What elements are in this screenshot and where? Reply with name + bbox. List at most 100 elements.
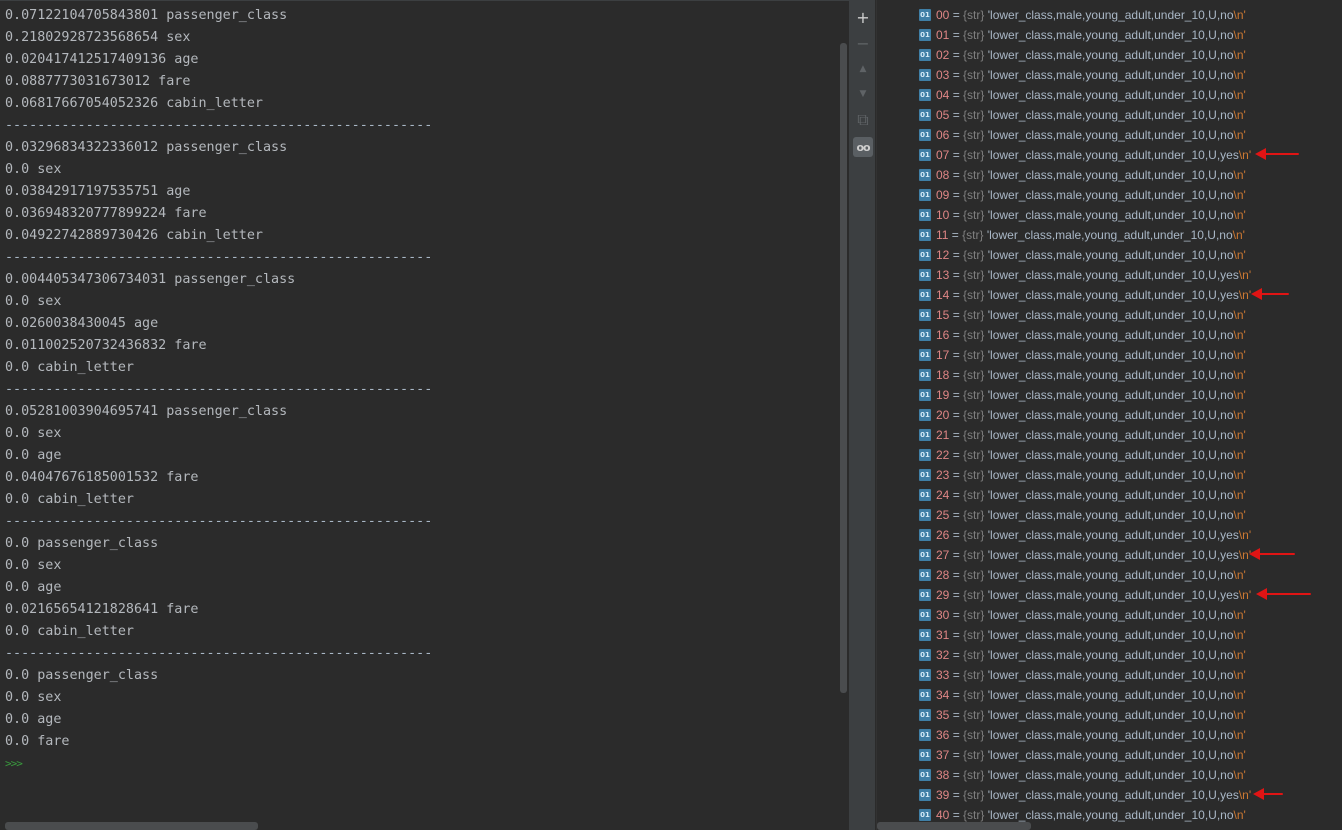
newline-escape: \n' xyxy=(1233,328,1246,342)
string-type-icon: 01 xyxy=(919,29,931,41)
newline-escape: \n' xyxy=(1233,28,1246,42)
variable-row[interactable]: 01 01 = {str} 'lower_class,male,young_adu… xyxy=(919,25,1246,45)
variable-row[interactable]: 01 40 = {str} 'lower_class,male,young_adu… xyxy=(919,805,1246,825)
string-type-icon: 01 xyxy=(919,209,931,221)
variable-row[interactable]: 01 09 = {str} 'lower_class,male,young_adu… xyxy=(919,185,1246,205)
console-line: 0.0260038430045 age xyxy=(5,316,159,331)
variable-type: {str} xyxy=(963,148,988,162)
variable-row[interactable]: 01 35 = {str} 'lower_class,male,young_adu… xyxy=(919,705,1246,725)
plus-icon[interactable]: + xyxy=(853,7,873,27)
arrow-up-icon[interactable]: ▲ xyxy=(853,59,873,79)
string-type-icon: 01 xyxy=(919,629,931,641)
variable-row[interactable]: 01 30 = {str} 'lower_class,male,young_adu… xyxy=(919,605,1246,625)
console-line: 0.020417412517409136 age xyxy=(5,52,199,67)
variable-value: 'lower_class,male,young_adult,under_10,U… xyxy=(987,648,1234,662)
string-type-icon: 01 xyxy=(919,789,931,801)
variable-row[interactable]: 01 13 = {str} 'lower_class,male,young_adu… xyxy=(919,265,1251,285)
variable-value: 'lower_class,male,young_adult,under_10,U… xyxy=(987,428,1234,442)
variable-type: {str} xyxy=(963,88,988,102)
variable-row[interactable]: 01 14 = {str} 'lower_class,male,young_adu… xyxy=(919,285,1251,305)
console-horizontal-scrollbar[interactable] xyxy=(5,822,258,830)
glasses-icon[interactable]: oo xyxy=(853,137,873,157)
variable-row[interactable]: 01 19 = {str} 'lower_class,male,young_adu… xyxy=(919,385,1246,405)
variable-row[interactable]: 01 16 = {str} 'lower_class,male,young_adu… xyxy=(919,325,1246,345)
variable-row[interactable]: 01 22 = {str} 'lower_class,male,young_adu… xyxy=(919,445,1246,465)
string-type-icon: 01 xyxy=(919,249,931,261)
variable-row[interactable]: 01 36 = {str} 'lower_class,male,young_adu… xyxy=(919,725,1246,745)
variable-index: 37 xyxy=(936,748,950,762)
string-type-icon: 01 xyxy=(919,649,931,661)
minus-icon[interactable]: − xyxy=(853,33,873,53)
variable-row[interactable]: 01 08 = {str} 'lower_class,male,young_adu… xyxy=(919,165,1246,185)
console-line: 0.04922742889730426 cabin_letter xyxy=(5,228,263,243)
newline-escape: \n' xyxy=(1233,768,1246,782)
console-vertical-scrollbar[interactable] xyxy=(840,43,847,693)
variable-row[interactable]: 01 20 = {str} 'lower_class,male,young_adu… xyxy=(919,405,1246,425)
variable-value: 'lower_class,male,young_adult,under_10,U… xyxy=(987,288,1239,302)
variable-row[interactable]: 01 10 = {str} 'lower_class,male,young_adu… xyxy=(919,205,1246,225)
variables-toolbar: + − ▲ ▼ ⧉ oo xyxy=(851,0,875,830)
variable-type: {str} xyxy=(963,308,988,322)
console-line: 0.0 passenger_class xyxy=(5,668,159,683)
variable-index: 33 xyxy=(936,668,950,682)
variable-row[interactable]: 01 31 = {str} 'lower_class,male,young_adu… xyxy=(919,625,1246,645)
variable-value: 'lower_class,male,young_adult,under_10,U… xyxy=(987,668,1234,682)
variable-row[interactable]: 01 21 = {str} 'lower_class,male,young_adu… xyxy=(919,425,1246,445)
variable-row[interactable]: 01 11 = {str} 'lower_class,male,young_adu… xyxy=(919,225,1245,245)
variable-index: 19 xyxy=(936,388,950,402)
variable-row[interactable]: 01 04 = {str} 'lower_class,male,young_adu… xyxy=(919,85,1246,105)
variable-row[interactable]: 01 00 = {str} 'lower_class,male,young_adu… xyxy=(919,5,1246,25)
string-type-icon: 01 xyxy=(919,269,931,281)
variable-row[interactable]: 01 32 = {str} 'lower_class,male,young_adu… xyxy=(919,645,1246,665)
string-type-icon: 01 xyxy=(919,189,931,201)
variable-type: {str} xyxy=(963,428,988,442)
variable-row[interactable]: 01 05 = {str} 'lower_class,male,young_adu… xyxy=(919,105,1246,125)
variable-row[interactable]: 01 23 = {str} 'lower_class,male,young_adu… xyxy=(919,465,1246,485)
variable-type: {str} xyxy=(963,248,988,262)
variable-index: 18 xyxy=(936,368,950,382)
equals-sign: = xyxy=(949,8,964,22)
variable-row[interactable]: 01 15 = {str} 'lower_class,male,young_adu… xyxy=(919,305,1246,325)
string-type-icon: 01 xyxy=(919,769,931,781)
python-console[interactable]: 0.07122104705843801 passenger_class 0.218… xyxy=(0,0,850,830)
variable-row[interactable]: 01 12 = {str} 'lower_class,male,young_adu… xyxy=(919,245,1246,265)
string-type-icon: 01 xyxy=(919,89,931,101)
variable-row[interactable]: 01 27 = {str} 'lower_class,male,young_adu… xyxy=(919,545,1251,565)
variable-row[interactable]: 01 18 = {str} 'lower_class,male,young_adu… xyxy=(919,365,1246,385)
newline-escape: \n' xyxy=(1233,108,1246,122)
variable-row[interactable]: 01 07 = {str} 'lower_class,male,young_adu… xyxy=(919,145,1251,165)
console-line: 0.0 sex xyxy=(5,426,62,441)
variable-row[interactable]: 01 34 = {str} 'lower_class,male,young_adu… xyxy=(919,685,1246,705)
variable-row[interactable]: 01 26 = {str} 'lower_class,male,young_adu… xyxy=(919,525,1251,545)
console-separator: ----------------------------------------… xyxy=(5,382,433,397)
string-type-icon: 01 xyxy=(919,309,931,321)
variable-row[interactable]: 01 39 = {str} 'lower_class,male,young_adu… xyxy=(919,785,1251,805)
variable-row[interactable]: 01 37 = {str} 'lower_class,male,young_adu… xyxy=(919,745,1246,765)
variable-type: {str} xyxy=(963,768,988,782)
copy-icon[interactable]: ⧉ xyxy=(853,110,873,130)
variable-index: 25 xyxy=(936,508,950,522)
newline-escape: \n' xyxy=(1233,668,1246,682)
variable-row[interactable]: 01 38 = {str} 'lower_class,male,young_adu… xyxy=(919,765,1246,785)
newline-escape: \n' xyxy=(1232,228,1245,242)
variable-row[interactable]: 01 02 = {str} 'lower_class,male,young_adu… xyxy=(919,45,1246,65)
variable-row[interactable]: 01 06 = {str} 'lower_class,male,young_adu… xyxy=(919,125,1246,145)
newline-escape: \n' xyxy=(1233,728,1246,742)
equals-sign: = xyxy=(949,768,964,782)
variable-index: 04 xyxy=(936,88,950,102)
newline-escape: \n' xyxy=(1233,468,1246,482)
newline-escape: \n' xyxy=(1233,508,1246,522)
variable-row[interactable]: 01 25 = {str} 'lower_class,male,young_adu… xyxy=(919,505,1246,525)
arrow-down-icon[interactable]: ▼ xyxy=(853,84,873,104)
equals-sign: = xyxy=(949,508,964,522)
console-prompt[interactable]: >>> xyxy=(5,753,432,775)
variable-row[interactable]: 01 24 = {str} 'lower_class,male,young_adu… xyxy=(919,485,1246,505)
variable-value: 'lower_class,male,young_adult,under_10,U… xyxy=(987,588,1239,602)
string-type-icon: 01 xyxy=(919,349,931,361)
variable-row[interactable]: 01 17 = {str} 'lower_class,male,young_adu… xyxy=(919,345,1246,365)
variable-row[interactable]: 01 33 = {str} 'lower_class,male,young_adu… xyxy=(919,665,1246,685)
variable-row[interactable]: 01 03 = {str} 'lower_class,male,young_adu… xyxy=(919,65,1246,85)
variable-row[interactable]: 01 28 = {str} 'lower_class,male,young_adu… xyxy=(919,565,1246,585)
variable-type: {str} xyxy=(963,288,988,302)
variable-row[interactable]: 01 29 = {str} 'lower_class,male,young_adu… xyxy=(919,585,1251,605)
